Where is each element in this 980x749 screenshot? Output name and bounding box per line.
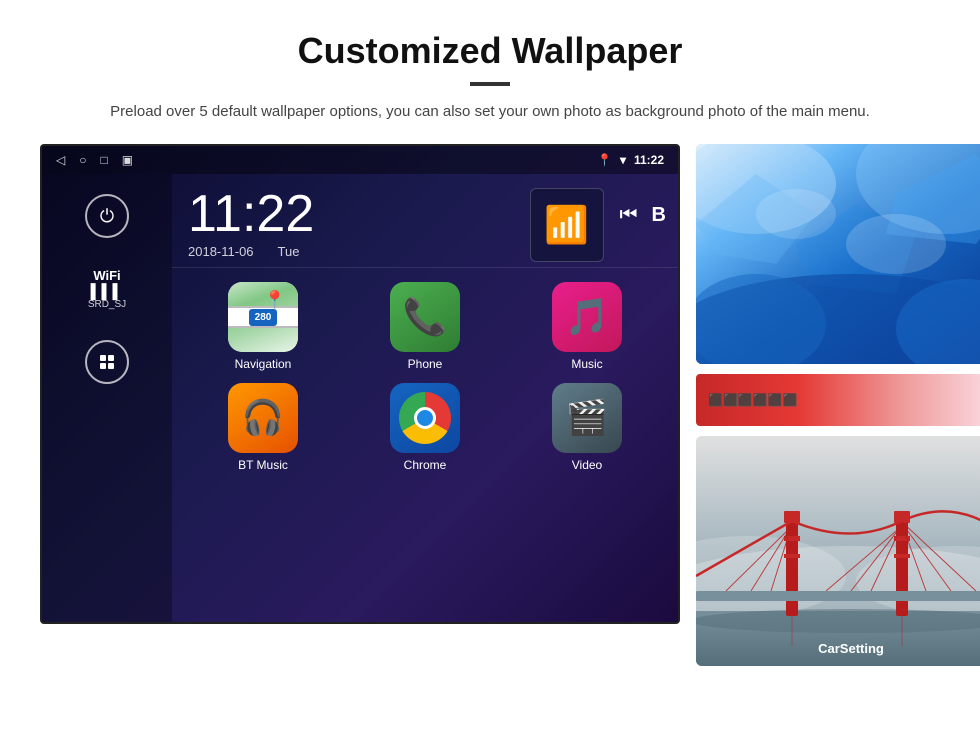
- status-time: 11:22: [634, 153, 664, 167]
- video-glyph: 🎬: [566, 398, 608, 438]
- track-label: B: [652, 204, 666, 227]
- chrome-icon: [390, 383, 460, 453]
- phone-label: Phone: [408, 357, 443, 371]
- app-item-phone[interactable]: 📞 Phone: [350, 282, 500, 371]
- android-main: ⏻ WiFi ▌▌▌ SRD_SJ: [42, 174, 678, 622]
- android-screen: ◁ ○ □ ▣ 📍 ▾ 11:22 ⏻: [40, 144, 680, 624]
- power-button[interactable]: ⏻: [85, 194, 129, 238]
- app-item-music[interactable]: 🎵 Music: [512, 282, 662, 371]
- app-item-chrome[interactable]: Chrome: [350, 383, 500, 472]
- title-divider: [470, 82, 510, 86]
- status-bar: ◁ ○ □ ▣ 📍 ▾ 11:22: [42, 146, 678, 174]
- carsetting-label: CarSetting: [696, 641, 980, 656]
- nav-pin: 📍: [264, 290, 286, 311]
- chrome-inner-circle: [414, 407, 436, 429]
- app-grid: 280 📍 Navigation 📞 Phone: [172, 268, 678, 486]
- bluetooth-glyph: 🎧: [242, 398, 284, 438]
- ice-wallpaper: [696, 144, 980, 364]
- music-label: Music: [571, 357, 602, 371]
- chrome-outer-ring: [399, 392, 451, 444]
- status-right: 📍 ▾ 11:22: [597, 153, 664, 167]
- prev-track-button[interactable]: ⏮: [620, 204, 638, 227]
- music-glyph: 🎵: [565, 296, 610, 338]
- status-nav: ◁ ○ □ ▣: [56, 153, 133, 167]
- navigation-icon: 280 📍: [228, 282, 298, 352]
- wifi-name: SRD_SJ: [88, 299, 126, 310]
- wallpaper-bottom: CarSetting: [696, 436, 980, 666]
- center-content: 11:22 2018-11-06 Tue 📶 ⏮: [172, 174, 678, 622]
- home-icon[interactable]: ○: [79, 153, 86, 167]
- top-icons: 📶 ⏮ B: [518, 174, 678, 276]
- btmusic-icon: 🎧: [228, 383, 298, 453]
- page-title: Customized Wallpaper: [40, 30, 940, 72]
- wifi-status-icon: ▾: [620, 153, 626, 167]
- wallpaper-mid-strip: ⬛⬛⬛⬛⬛⬛: [696, 374, 980, 426]
- nav-shield: 280: [249, 309, 278, 326]
- capture-icon[interactable]: ▣: [122, 153, 133, 167]
- navigation-label: Navigation: [235, 357, 292, 371]
- wifi-info: WiFi ▌▌▌ SRD_SJ: [88, 268, 126, 310]
- wallpaper-top: [696, 144, 980, 364]
- wifi-bars: ▌▌▌: [88, 283, 126, 299]
- media-icon-box: 📶: [530, 188, 604, 262]
- recent-icon[interactable]: □: [100, 153, 107, 167]
- phone-glyph: 📞: [403, 296, 448, 338]
- phone-icon: 📞: [390, 282, 460, 352]
- wifi-animation-icon: 📶: [544, 204, 589, 246]
- app-item-btmusic[interactable]: 🎧 BT Music: [188, 383, 338, 472]
- ice-svg: [696, 144, 980, 364]
- power-icon: ⏻: [100, 206, 114, 227]
- apps-grid-icon: [100, 355, 114, 369]
- clock-date-value: 2018-11-06: [188, 244, 254, 259]
- page-wrapper: Customized Wallpaper Preload over 5 defa…: [0, 0, 980, 686]
- wifi-label: WiFi: [88, 268, 126, 283]
- clock-day-value: Tue: [278, 244, 300, 259]
- bridge-svg: [696, 436, 980, 666]
- nav-map: 280 📍: [228, 282, 298, 352]
- video-icon: 🎬: [552, 383, 622, 453]
- music-icon: 🎵: [552, 282, 622, 352]
- subtitle: Preload over 5 default wallpaper options…: [110, 100, 870, 124]
- btmusic-label: BT Music: [238, 458, 288, 472]
- wallpaper-panel: ⬛⬛⬛⬛⬛⬛: [696, 144, 980, 666]
- mid-wallpaper-label: ⬛⬛⬛⬛⬛⬛: [708, 393, 798, 407]
- app-item-video[interactable]: 🎬 Video: [512, 383, 662, 472]
- app-item-navigation[interactable]: 280 📍 Navigation: [188, 282, 338, 371]
- chrome-label: Chrome: [404, 458, 447, 472]
- android-sidebar: ⏻ WiFi ▌▌▌ SRD_SJ: [42, 174, 172, 622]
- content-area: ◁ ○ □ ▣ 📍 ▾ 11:22 ⏻: [40, 144, 940, 666]
- playback-controls: ⏮ B: [620, 204, 666, 227]
- back-icon[interactable]: ◁: [56, 153, 65, 167]
- apps-button[interactable]: [85, 340, 129, 384]
- media-controls: ⏮ B: [620, 188, 666, 227]
- video-label: Video: [572, 458, 602, 472]
- title-section: Customized Wallpaper Preload over 5 defa…: [40, 30, 940, 124]
- location-icon: 📍: [597, 153, 612, 167]
